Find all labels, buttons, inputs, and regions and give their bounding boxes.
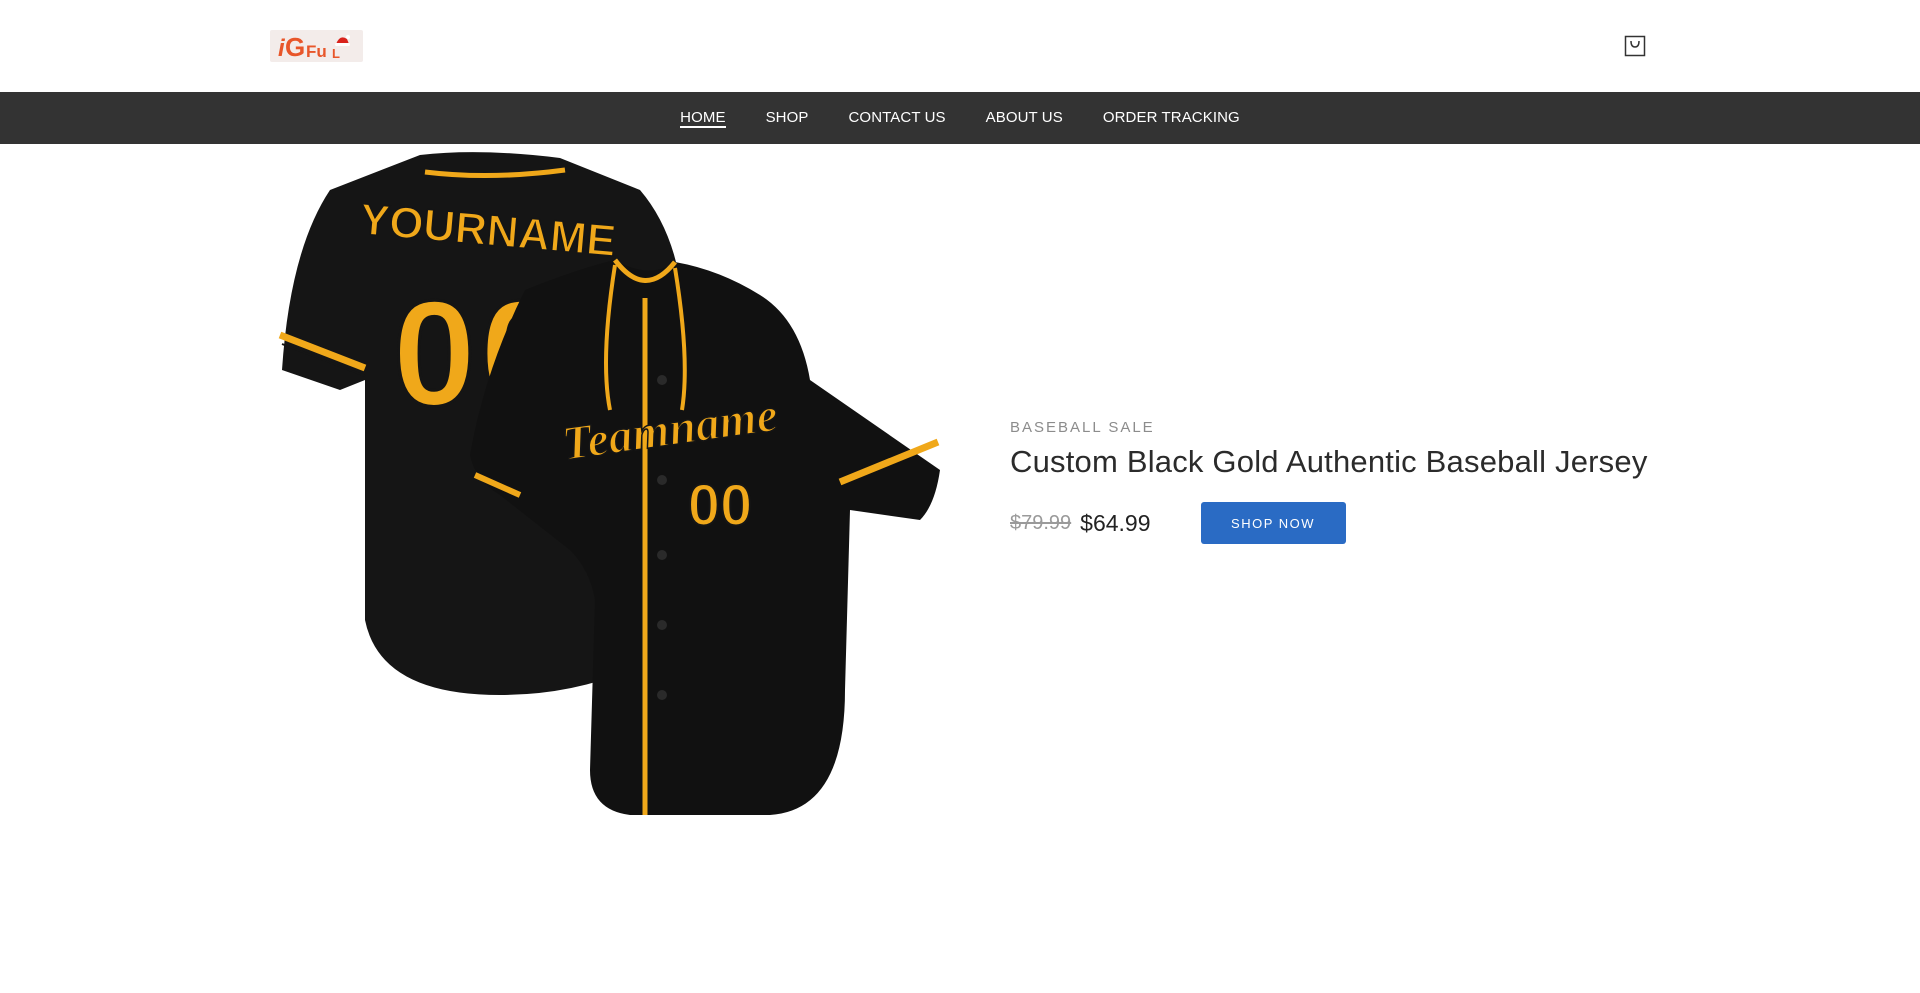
nav-item-contact-us[interactable]: CONTACT US xyxy=(849,109,946,128)
svg-text:00: 00 xyxy=(688,473,753,538)
product-title[interactable]: Custom Black Gold Authentic Baseball Jer… xyxy=(1010,444,1650,480)
svg-text:L: L xyxy=(332,46,340,61)
jersey-illustration: YOURNAME 00 Teamname 00 xyxy=(278,152,940,815)
hero-info: BASEBALL SALE Custom Black Gold Authenti… xyxy=(1010,419,1650,544)
nav-item-order-tracking[interactable]: ORDER TRACKING xyxy=(1103,109,1240,128)
svg-text:Fu: Fu xyxy=(306,42,327,61)
sale-price: $64.99 xyxy=(1080,509,1151,536)
shopping-bag-icon[interactable] xyxy=(1624,35,1646,57)
nav-item-shop[interactable]: SHOP xyxy=(766,109,809,128)
shop-now-button[interactable]: SHOP NOW xyxy=(1200,502,1346,544)
nav-item-home[interactable]: HOME xyxy=(680,109,726,128)
site-header: i G Fu L xyxy=(0,0,1920,92)
price-row: $79.99 $64.99 SHOP NOW xyxy=(1010,502,1650,544)
svg-text:G: G xyxy=(285,32,305,62)
hero-eyebrow: BASEBALL SALE xyxy=(1010,419,1155,436)
nav-item-about-us[interactable]: ABOUT US xyxy=(986,109,1063,128)
brand-logo[interactable]: i G Fu L xyxy=(270,30,363,62)
product-image[interactable]: YOURNAME 00 Teamname 00 xyxy=(270,150,950,830)
logo-mark: i G Fu L xyxy=(278,32,350,62)
main-nav: HOME SHOP CONTACT US ABOUT US ORDER TRAC… xyxy=(0,92,1920,144)
original-price: $79.99 xyxy=(1010,511,1072,534)
